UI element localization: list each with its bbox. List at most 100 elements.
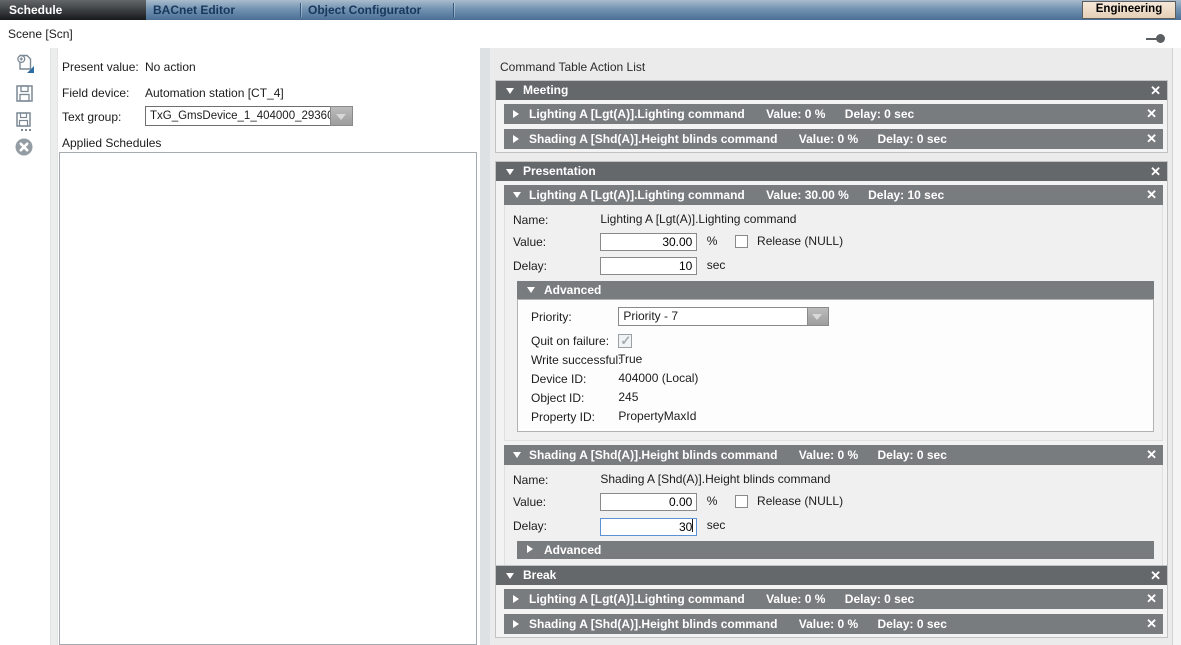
advanced-header[interactable]: Advanced — [517, 281, 1154, 299]
present-value: No action — [145, 60, 196, 74]
scene-header-row: Scene [Scn] — [0, 20, 1181, 48]
action-delay-summary: Delay: 0 sec — [845, 592, 914, 606]
engineering-button[interactable]: Engineering — [1082, 1, 1176, 19]
action-header[interactable]: Shading A [Shd(A)].Height blinds command… — [504, 445, 1163, 465]
collapse-arrow-icon — [506, 88, 514, 94]
value-label: Value: — [513, 232, 597, 252]
action-header[interactable]: Lighting A [Lgt(A)].Lighting command Val… — [504, 185, 1163, 205]
collapse-arrow-icon — [506, 169, 514, 175]
value-input[interactable] — [600, 493, 697, 511]
text-group-dropdown-arrow-icon[interactable] — [330, 106, 353, 126]
action-value-summary: Value: 0 % — [799, 448, 858, 462]
device-id-label: Device ID: — [531, 370, 615, 388]
expand-arrow-icon — [513, 135, 519, 143]
collapse-arrow-icon — [506, 573, 514, 579]
release-null-checkbox[interactable] — [735, 495, 748, 508]
action-title: Shading A [Shd(A)].Height blinds command — [529, 448, 777, 462]
action-title: Lighting A [Lgt(A)].Lighting command — [529, 592, 745, 606]
action-delay-summary: Delay: 0 sec — [878, 132, 947, 146]
close-icon[interactable]: ✕ — [1146, 445, 1157, 465]
priority-select[interactable]: Priority - 7 — [618, 307, 808, 326]
value-input[interactable] — [600, 233, 697, 251]
priority-dropdown-arrow-icon[interactable] — [807, 307, 829, 326]
text-group-select[interactable]: TxG_GmsDevice_1_404000_29360128 — [145, 106, 331, 126]
close-icon[interactable]: ✕ — [1146, 129, 1157, 149]
action-detail: Name: Lighting A [Lgt(A)].Lighting comma… — [504, 205, 1163, 441]
write-successful-label: Write successful: — [531, 351, 615, 369]
release-null-label: Release (NULL) — [757, 234, 843, 248]
close-icon[interactable]: ✕ — [1150, 566, 1161, 585]
name-label: Name: — [513, 210, 597, 230]
delay-unit: sec — [707, 518, 726, 532]
action-delay-summary: Delay: 10 sec — [868, 188, 944, 202]
close-icon[interactable]: ✕ — [1146, 589, 1157, 609]
tab-object-configurator[interactable]: Object Configurator — [308, 0, 421, 20]
close-icon[interactable]: ✕ — [1146, 185, 1157, 205]
delay-label: Delay: — [513, 516, 597, 536]
new-scene-icon[interactable] — [13, 52, 37, 76]
device-id-value: 404000 (Local) — [618, 371, 698, 385]
object-id-label: Object ID: — [531, 389, 615, 407]
write-successful-value: True — [618, 352, 642, 366]
property-id-value: PropertyMaxId — [618, 409, 696, 423]
delay-input[interactable] — [600, 257, 697, 275]
object-id-value: 245 — [618, 390, 638, 404]
value-unit: % — [707, 494, 718, 508]
advanced-group: Advanced — [517, 541, 1154, 559]
cancel-icon[interactable] — [13, 136, 37, 160]
close-icon[interactable]: ✕ — [1146, 614, 1157, 634]
action-title: Shading A [Shd(A)].Height blinds command — [529, 617, 777, 631]
advanced-header-collapsed[interactable]: Advanced — [517, 541, 1154, 559]
quit-on-failure-label: Quit on failure: — [531, 332, 615, 350]
tab-bacnet-editor[interactable]: BACnet Editor — [153, 0, 235, 20]
command-table-title: Command Table Action List — [500, 60, 645, 74]
expand-arrow-icon — [527, 545, 533, 553]
action-value-summary: Value: 0 % — [766, 107, 825, 121]
action-row[interactable]: Shading A [Shd(A)].Height blinds command… — [504, 614, 1163, 634]
close-icon[interactable]: ✕ — [1146, 104, 1157, 124]
collapse-arrow-icon — [527, 287, 535, 293]
tab-separator — [453, 3, 454, 17]
section-name: Meeting — [523, 83, 568, 97]
action-row[interactable]: Lighting A [Lgt(A)].Lighting command Val… — [504, 104, 1163, 124]
expand-arrow-icon — [513, 110, 519, 118]
check-icon: ✓ — [620, 332, 631, 350]
action-delay-summary: Delay: 0 sec — [845, 107, 914, 121]
save-icon[interactable] — [13, 82, 37, 106]
action-row[interactable]: Lighting A [Lgt(A)].Lighting command Val… — [504, 589, 1163, 609]
action-value-summary: Value: 30.00 % — [766, 188, 849, 202]
name-value: Lighting A [Lgt(A)].Lighting command — [600, 212, 796, 226]
advanced-label: Advanced — [544, 543, 601, 557]
priority-label: Priority: — [531, 308, 615, 326]
expand-arrow-icon — [513, 595, 519, 603]
action-row[interactable]: Shading A [Shd(A)].Height blinds command… — [504, 129, 1163, 149]
quit-on-failure-checkbox[interactable]: ✓ — [618, 334, 632, 348]
applied-schedules-list[interactable] — [59, 152, 477, 645]
section-meeting: Meeting ✕ Lighting A [Lgt(A)].Lighting c… — [495, 80, 1168, 153]
section-name: Break — [523, 568, 556, 582]
field-device-label: Field device: — [62, 86, 129, 100]
close-icon[interactable]: ✕ — [1150, 81, 1161, 100]
collapse-arrow-icon — [513, 192, 521, 198]
section-meeting-header[interactable]: Meeting ✕ — [496, 81, 1167, 100]
delay-input-focused[interactable] — [600, 518, 697, 536]
action-value-summary: Value: 0 % — [766, 592, 825, 606]
value-unit: % — [707, 234, 718, 248]
value-label: Value: — [513, 492, 597, 512]
advanced-content: Priority: Priority - 7 Quit on failure: … — [517, 299, 1154, 432]
scrollbar-track[interactable] — [1172, 48, 1181, 645]
section-name: Presentation — [523, 164, 596, 178]
property-id-label: Property ID: — [531, 408, 615, 426]
applied-schedules-label: Applied Schedules — [62, 136, 161, 150]
release-null-checkbox[interactable] — [735, 235, 748, 248]
page-title: Scene [Scn] — [8, 27, 73, 41]
field-device: Automation station [CT_4] — [145, 86, 284, 100]
pin-icon[interactable] — [1146, 34, 1166, 44]
pin-dot — [1156, 34, 1165, 43]
section-presentation-header[interactable]: Presentation ✕ — [496, 162, 1167, 181]
text-group-label: Text group: — [62, 110, 121, 124]
tab-schedule[interactable]: Schedule — [0, 0, 146, 20]
close-icon[interactable]: ✕ — [1150, 162, 1161, 181]
section-break-header[interactable]: Break ✕ — [496, 566, 1167, 585]
save-as-icon[interactable] — [13, 110, 37, 134]
